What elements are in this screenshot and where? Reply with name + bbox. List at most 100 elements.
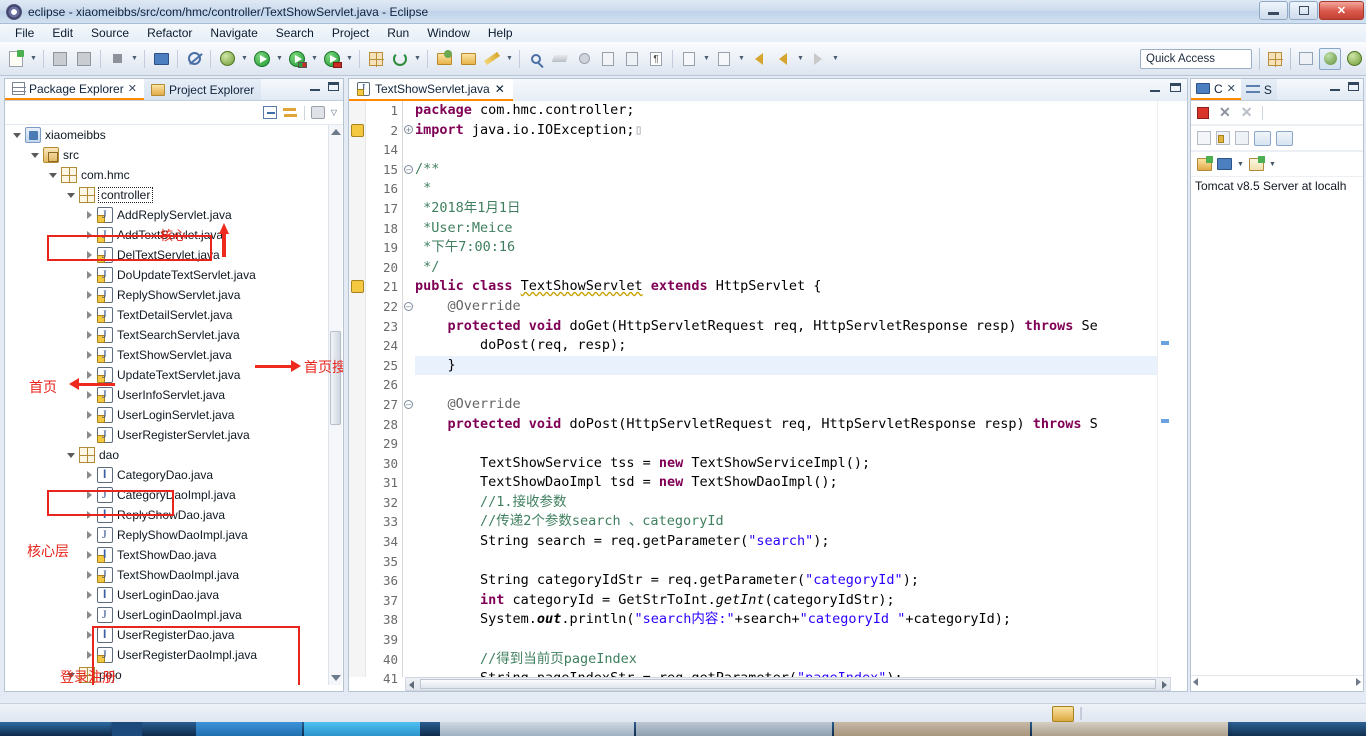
chevron-right-icon[interactable] bbox=[85, 650, 95, 660]
tree-item-userlogindaoimpl-java[interactable]: UserLoginDaoImpl.java bbox=[5, 605, 343, 625]
profile-icon[interactable] bbox=[321, 48, 343, 70]
menu-edit[interactable]: Edit bbox=[43, 25, 82, 41]
menu-help[interactable]: Help bbox=[479, 25, 522, 41]
taskbar-item[interactable] bbox=[1032, 722, 1228, 736]
scroll-right-icon[interactable] bbox=[1162, 681, 1167, 689]
maximize-view-icon[interactable] bbox=[1170, 83, 1181, 92]
tab-console[interactable]: C ✕ bbox=[1191, 79, 1241, 100]
minimize-view-icon[interactable] bbox=[1150, 83, 1160, 92]
scroll-thumb[interactable] bbox=[420, 679, 1156, 689]
close-icon[interactable]: ✕ bbox=[128, 82, 137, 95]
pencil-icon[interactable] bbox=[481, 48, 503, 70]
editor-horizontal-scrollbar[interactable] bbox=[405, 677, 1171, 691]
menu-project[interactable]: Project bbox=[323, 25, 378, 41]
run-server-dropdown-icon[interactable]: ▼ bbox=[309, 49, 320, 69]
chevron-right-icon[interactable] bbox=[85, 210, 95, 220]
chevron-right-icon[interactable] bbox=[85, 350, 95, 360]
tree-item-controller[interactable]: controller bbox=[5, 185, 343, 205]
save-icon[interactable] bbox=[49, 48, 71, 70]
scroll-thumb[interactable] bbox=[330, 331, 341, 425]
minimize-button[interactable] bbox=[1259, 1, 1288, 20]
back-arrow-icon[interactable] bbox=[748, 48, 770, 70]
code-line[interactable]: */ bbox=[415, 258, 1157, 278]
tree-item-pojo[interactable]: pojo bbox=[5, 665, 343, 685]
collapse-all-icon[interactable] bbox=[262, 106, 277, 119]
new-console-icon[interactable] bbox=[1248, 155, 1265, 171]
word-wrap-icon[interactable] bbox=[1235, 131, 1249, 145]
chevron-down-icon[interactable] bbox=[67, 190, 77, 200]
chevron-right-icon[interactable] bbox=[85, 230, 95, 240]
tree-item-xiaomeibbs[interactable]: xiaomeibbs bbox=[5, 125, 343, 145]
code-line[interactable]: /** bbox=[415, 160, 1157, 180]
stop-square-icon[interactable] bbox=[106, 48, 128, 70]
run-play-icon[interactable] bbox=[251, 48, 273, 70]
fold-collapse-icon[interactable]: – bbox=[402, 160, 415, 180]
save-all-icon[interactable] bbox=[73, 48, 95, 70]
clear-console-icon[interactable] bbox=[1197, 131, 1211, 145]
new-file-dropdown-icon[interactable]: ▼ bbox=[28, 49, 39, 69]
profile-dropdown-icon[interactable]: ▼ bbox=[344, 49, 355, 69]
open-task-icon[interactable] bbox=[457, 48, 479, 70]
display-console-icon[interactable] bbox=[1254, 130, 1271, 146]
code-line[interactable] bbox=[415, 552, 1157, 572]
chevron-right-icon[interactable] bbox=[85, 310, 95, 320]
scroll-down-icon[interactable] bbox=[331, 675, 341, 681]
close-icon[interactable]: ✕ bbox=[495, 82, 505, 96]
tree-item-addreplyservlet-java[interactable]: AddReplyServlet.java bbox=[5, 205, 343, 225]
fold-collapse-icon[interactable]: – bbox=[402, 297, 415, 317]
quick-access-input[interactable]: Quick Access bbox=[1140, 48, 1252, 69]
focus-task-icon[interactable] bbox=[310, 106, 325, 119]
run-dropdown-icon[interactable]: ▼ bbox=[274, 49, 285, 69]
close-x-icon[interactable]: ✕ bbox=[1219, 104, 1231, 121]
warning-marker-icon[interactable] bbox=[349, 121, 365, 141]
left-arrow-icon[interactable] bbox=[772, 48, 794, 70]
code-line[interactable]: package com.hmc.controller; bbox=[415, 101, 1157, 121]
chevron-right-icon[interactable] bbox=[85, 510, 95, 520]
code-line[interactable]: //传递2个参数search 、categoryId bbox=[415, 512, 1157, 532]
code-line[interactable]: TextShowDaoImpl tsd = new TextShowDaoImp… bbox=[415, 473, 1157, 493]
server-entry-tomcat[interactable]: Tomcat v8.5 Server at localh bbox=[1191, 177, 1363, 195]
close-icon[interactable]: ✕ bbox=[1227, 82, 1236, 95]
run-server-icon[interactable] bbox=[286, 48, 308, 70]
chevron-down-icon[interactable] bbox=[13, 130, 23, 140]
chevron-right-icon[interactable] bbox=[85, 430, 95, 440]
code-line[interactable]: //得到当前页pageIndex bbox=[415, 650, 1157, 670]
chevron-right-icon[interactable] bbox=[85, 290, 95, 300]
java-project-icon[interactable] bbox=[365, 48, 387, 70]
editor-folding-gutter[interactable]: + – – – bbox=[402, 101, 415, 677]
pilcrow-icon[interactable]: ¶ bbox=[645, 48, 667, 70]
code-line[interactable]: doPost(req, resp); bbox=[415, 336, 1157, 356]
taskbar-start-button[interactable] bbox=[0, 722, 110, 736]
taskbar-item[interactable] bbox=[304, 722, 420, 736]
chevron-down-icon[interactable]: ▼ bbox=[1237, 161, 1244, 168]
code-line[interactable] bbox=[415, 630, 1157, 650]
menu-navigate[interactable]: Navigate bbox=[201, 25, 266, 41]
minimize-view-icon[interactable] bbox=[310, 82, 320, 91]
pencil-dropdown-icon[interactable]: ▼ bbox=[504, 49, 515, 69]
chevron-down-icon[interactable] bbox=[31, 150, 41, 160]
tree-item-textsearchservlet-java[interactable]: TextSearchServlet.java bbox=[5, 325, 343, 345]
tree-item-userregisterservlet-java[interactable]: UserRegisterServlet.java bbox=[5, 425, 343, 445]
code-line[interactable]: *2018年1月1日 bbox=[415, 199, 1157, 219]
code-line[interactable]: int categoryId = GetStrToInt.getInt(cate… bbox=[415, 591, 1157, 611]
scroll-left-icon[interactable] bbox=[409, 681, 414, 689]
tree-item-replyshowdao-java[interactable]: ReplyShowDao.java bbox=[5, 505, 343, 525]
taskbar-item[interactable] bbox=[440, 722, 634, 736]
taskbar-item[interactable] bbox=[112, 722, 142, 736]
code-line[interactable]: String search = req.getParameter("search… bbox=[415, 532, 1157, 552]
java-ee-perspective-icon[interactable] bbox=[1295, 48, 1317, 70]
stop-dropdown-icon[interactable]: ▼ bbox=[129, 49, 140, 69]
chevron-right-icon[interactable] bbox=[85, 410, 95, 420]
code-line[interactable] bbox=[415, 140, 1157, 160]
chevron-right-icon[interactable] bbox=[85, 610, 95, 620]
fold-collapse-icon[interactable]: – bbox=[402, 395, 415, 415]
lock-icon[interactable] bbox=[1216, 131, 1230, 145]
code-line[interactable]: public class TextShowServlet extends Htt… bbox=[415, 277, 1157, 297]
code-line[interactable]: protected void doPost(HttpServletRequest… bbox=[415, 415, 1157, 435]
down-arrow-icon[interactable] bbox=[678, 48, 700, 70]
stop-red-square-icon[interactable] bbox=[1197, 106, 1209, 119]
debug-perspective-icon[interactable] bbox=[1343, 48, 1365, 70]
open-perspective-icon[interactable] bbox=[1264, 48, 1286, 70]
code-line[interactable]: @Override bbox=[415, 297, 1157, 317]
next-annotation-icon[interactable] bbox=[597, 48, 619, 70]
